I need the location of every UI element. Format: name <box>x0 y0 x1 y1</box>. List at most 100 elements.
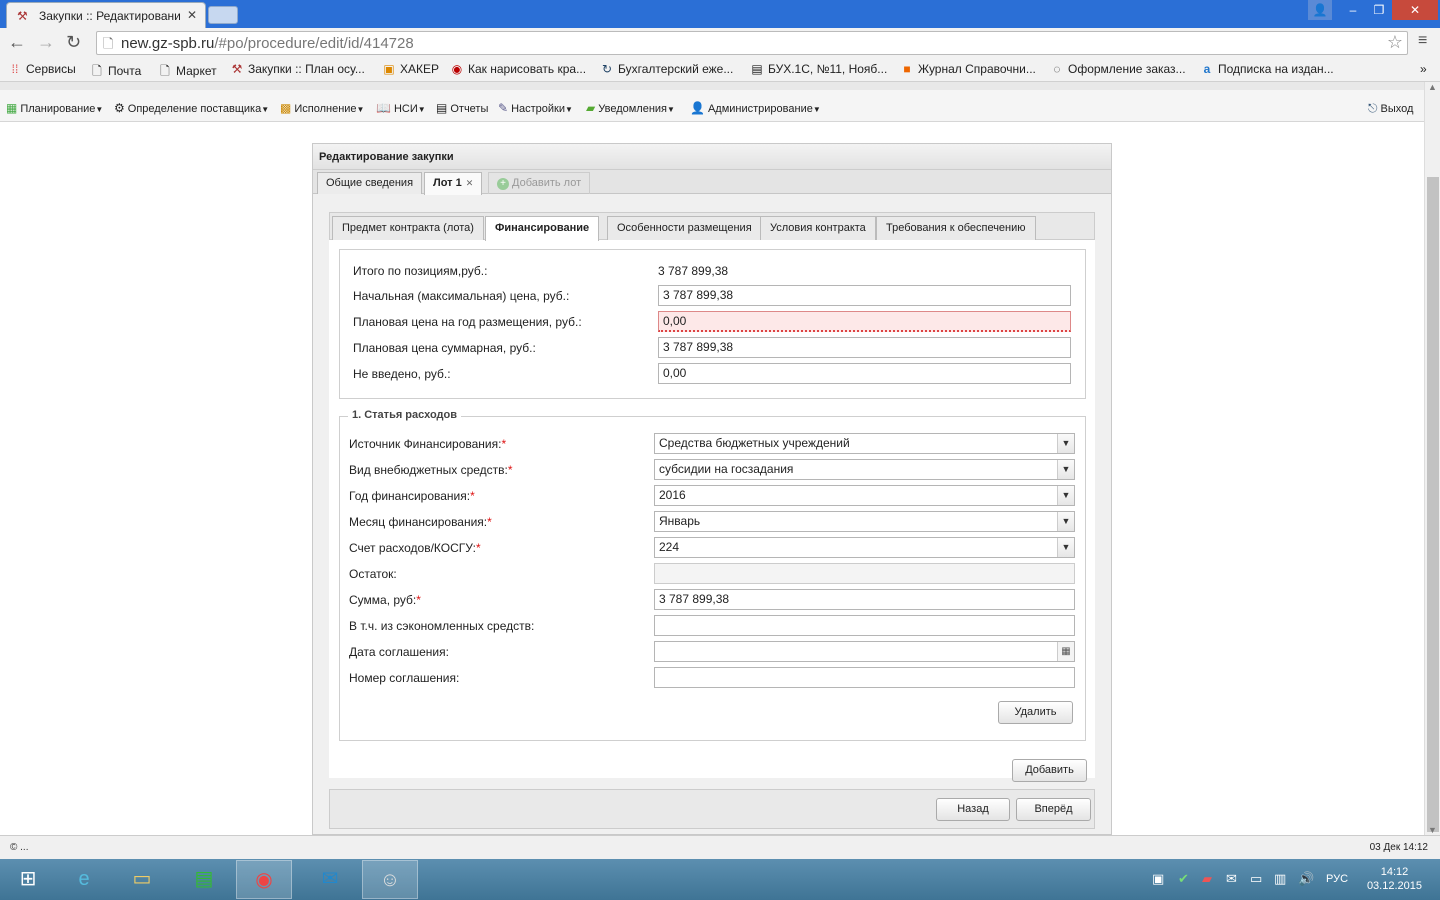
exit-button[interactable]: ⎋ Выход <box>1368 101 1413 116</box>
saved-input[interactable] <box>654 615 1075 636</box>
calendar-icon[interactable]: ▦ <box>1057 642 1074 661</box>
orange-square-icon: ■ <box>903 62 911 76</box>
file-explorer-icon[interactable]: ▭ <box>114 860 170 899</box>
expense-fieldset: 1. Статья расходов Источник Финансирован… <box>339 409 1086 741</box>
bookmark-item[interactable]: ◉ Как нарисовать кра... <box>450 62 586 76</box>
bookmark-item[interactable]: ▣ ХАКЕР <box>382 62 439 76</box>
scrollbar-thumb[interactable] <box>1427 177 1439 832</box>
plus-icon: + <box>497 178 509 190</box>
subtab-contract-terms[interactable]: Условия контракта <box>760 216 876 240</box>
subtab-financing[interactable]: Финансирование <box>485 216 600 241</box>
bookmark-item[interactable]: ◌ Оформление заказ... <box>1050 62 1185 76</box>
bookmark-label: БУХ.1С, №11, Нояб... <box>768 62 888 76</box>
tab-general-info[interactable]: Общие сведения <box>317 172 423 194</box>
tray-app-icon[interactable]: ▣ <box>1152 871 1164 887</box>
required-mark: * <box>507 463 513 477</box>
date-input[interactable]: ▦ <box>654 641 1075 662</box>
scroll-up-icon[interactable]: ▲ <box>1428 82 1437 92</box>
menu-planning[interactable]: ▦ Планирование▼ <box>6 101 103 115</box>
new-tab-button[interactable] <box>208 6 238 24</box>
add-button[interactable]: Добавить <box>1012 759 1087 782</box>
close-tab-icon[interactable]: ✕ <box>466 178 474 188</box>
menu-settings[interactable]: ✎ Настройки▼ <box>498 101 573 115</box>
menu-execution[interactable]: ▩ Исполнение▼ <box>280 101 364 115</box>
chevron-down-icon[interactable]: ▼ <box>1057 434 1074 453</box>
source-select[interactable]: Средства бюджетных учреждений ▼ <box>654 433 1075 454</box>
url-input[interactable]: 🗋 new.gz-spb.ru/#po/procedure/edit/id/41… <box>96 31 1408 55</box>
chevron-down-icon[interactable]: ▼ <box>1057 486 1074 505</box>
menu-administration[interactable]: 👤 Администрирование▼ <box>690 101 821 115</box>
store-icon[interactable]: ▤ <box>176 860 232 899</box>
bookmark-item[interactable]: 🗋 Почта <box>90 62 141 83</box>
add-lot-tab[interactable]: + Добавить лот <box>488 172 591 194</box>
bookmarks-overflow-icon[interactable]: » <box>1420 62 1427 76</box>
scroll-down-icon[interactable]: ▼ <box>1428 825 1437 835</box>
required-mark: * <box>470 489 475 503</box>
site-favicon-icon: ⚒ <box>17 9 28 23</box>
outlook-icon[interactable]: ✉ <box>302 860 358 899</box>
chevron-down-icon[interactable]: ▼ <box>1057 538 1074 557</box>
close-window-button[interactable]: ✕ <box>1392 0 1438 20</box>
menu-supplier[interactable]: ⚙ Определение поставщика▼ <box>114 101 269 115</box>
bookmark-item[interactable]: ■ Журнал Справочни... <box>900 62 1036 76</box>
caret-down-icon: ▼ <box>417 105 426 114</box>
menu-nsi[interactable]: 📖 НСИ▼ <box>376 101 426 115</box>
subtab-placement-features[interactable]: Особенности размещения <box>607 216 762 240</box>
internet-explorer-icon[interactable]: e <box>56 860 112 899</box>
not-entered-input[interactable]: 0,00 <box>658 363 1071 384</box>
plan-year-input[interactable]: 0,00 <box>658 311 1071 332</box>
back-button[interactable]: Назад <box>936 798 1010 821</box>
page-scrollbar[interactable]: ▲ ▼ <box>1424 82 1440 835</box>
chrome-icon[interactable]: ◉ <box>236 860 292 899</box>
month-select[interactable]: Январь ▼ <box>654 511 1075 532</box>
tab-lot-1[interactable]: Лот 1 ✕ <box>424 172 483 195</box>
label-text: Источник Финансирования: <box>349 437 502 451</box>
delete-button[interactable]: Удалить <box>998 701 1073 724</box>
bookmark-apps[interactable]: ⁞⁞ Сервисы <box>8 62 76 76</box>
bookmark-item[interactable]: ▤ БУХ.1С, №11, Нояб... <box>750 62 887 76</box>
user-profile-icon[interactable]: 👤 <box>1308 0 1332 20</box>
chevron-down-icon[interactable]: ▼ <box>1057 460 1074 479</box>
start-windows-icon[interactable]: ⊞ <box>0 860 56 899</box>
tray-clock[interactable]: 14:12 03.12.2015 <box>1367 865 1422 893</box>
chrome-menu-icon[interactable]: ≡ <box>1418 32 1427 50</box>
restore-button[interactable]: ❐ <box>1366 0 1392 20</box>
tray-volume-icon[interactable]: 🔊 <box>1298 871 1314 887</box>
kind-select[interactable]: субсидии на госзадания ▼ <box>654 459 1075 480</box>
browser-tab[interactable]: ⚒ Закупки :: Редактировани ✕ <box>6 2 206 28</box>
bookmark-item[interactable]: 🗋 Маркет <box>158 62 216 83</box>
status-bar: © ... 03 Дек 14:12 <box>0 835 1440 859</box>
bookmark-item[interactable]: a Подписка на издан... <box>1200 62 1334 76</box>
bookmark-star-icon[interactable]: ☆ <box>1387 32 1403 53</box>
consultant-app-icon[interactable]: ☺ <box>362 860 418 899</box>
menu-notifications[interactable]: ▰ Уведомления▼ <box>586 101 675 115</box>
tray-display-icon[interactable]: ▭ <box>1250 871 1262 887</box>
site-favicon-icon: ⚒ <box>231 62 243 76</box>
bookmark-item[interactable]: ⚒ Закупки :: План осу... <box>230 62 365 76</box>
next-button[interactable]: Вперёд <box>1016 798 1091 821</box>
nmc-input[interactable]: 3 787 899,38 <box>658 285 1071 306</box>
book-icon: 📖 <box>376 101 391 115</box>
menu-reports[interactable]: ▤ Отчеты <box>436 101 488 115</box>
plan-sum-input[interactable]: 3 787 899,38 <box>658 337 1071 358</box>
tray-pdf-icon[interactable]: ▰ <box>1202 871 1212 887</box>
chevron-down-icon[interactable]: ▼ <box>1057 512 1074 531</box>
reload-icon[interactable]: ↻ <box>66 32 81 53</box>
tray-check-icon[interactable]: ✔ <box>1178 871 1189 887</box>
loading-icon: ◌ <box>1053 62 1061 76</box>
forward-arrow-icon[interactable]: → <box>37 32 55 53</box>
tray-language[interactable]: РУС <box>1326 873 1348 885</box>
number-input[interactable] <box>654 667 1075 688</box>
year-select[interactable]: 2016 ▼ <box>654 485 1075 506</box>
tray-network-icon[interactable]: ▥ <box>1274 871 1286 887</box>
subtab-security-requirements[interactable]: Требования к обеспечению <box>876 216 1036 240</box>
account-select[interactable]: 224 ▼ <box>654 537 1075 558</box>
subtab-contract-subject[interactable]: Предмет контракта (лота) <box>332 216 484 240</box>
caret-down-icon: ▼ <box>812 105 821 114</box>
close-tab-icon[interactable]: ✕ <box>187 8 197 22</box>
bookmark-item[interactable]: ↻ Бухгалтерский еже... <box>600 62 733 76</box>
back-arrow-icon[interactable]: ← <box>8 32 26 53</box>
sum-input[interactable]: 3 787 899,38 <box>654 589 1075 610</box>
minimize-button[interactable]: ‒ <box>1340 0 1366 20</box>
tray-outlook-icon[interactable]: ✉ <box>1226 871 1237 887</box>
